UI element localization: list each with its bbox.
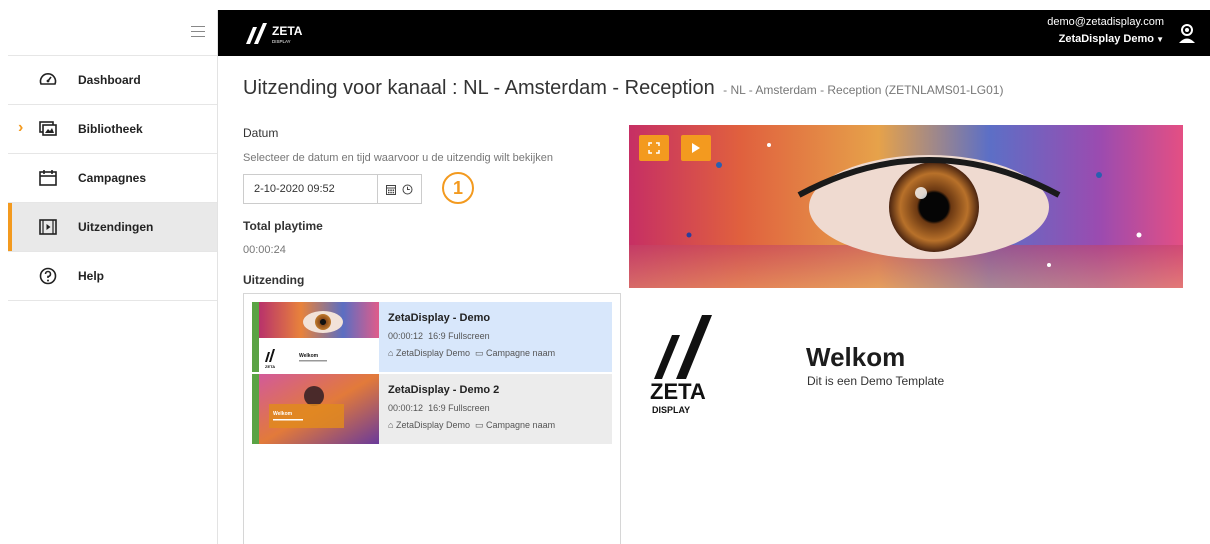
sidebar-item-campagnes[interactable]: Campagnes: [8, 154, 217, 203]
item-campaign: Campagne naam: [486, 420, 556, 430]
item-duration: 00:00:12: [388, 331, 424, 341]
list-item[interactable]: ZETA Welkom ZetaDisplay - Demo 00:00:12 …: [252, 302, 612, 372]
speedometer-icon: [39, 73, 57, 85]
step-number-badge: 1: [442, 172, 474, 204]
zeta-logo-large: ZETA DISPLAY: [650, 315, 712, 415]
item-format: 16:9 Fullscreen: [428, 331, 490, 341]
play-button[interactable]: [681, 135, 711, 161]
zeta-logo[interactable]: ZETA DISPLAY: [244, 20, 324, 46]
play-icon: [692, 143, 700, 153]
zeta-large-text: ZETA: [650, 379, 706, 404]
thumbnail-image: Welkom: [259, 374, 379, 444]
uitzending-label: Uitzending: [243, 273, 305, 287]
item-info: ⌂ ZetaDisplay Demo ▭ Campagne naam: [388, 420, 555, 431]
home-icon: ⌂: [388, 348, 394, 358]
item-meta: 00:00:12 16:9 Fullscreen: [388, 403, 490, 413]
page-subtitle: - NL - Amsterdam - Reception (ZETNLAMS01…: [723, 83, 1004, 97]
calendar-small-icon: ▭: [475, 420, 484, 430]
logo-text: ZETA: [272, 24, 303, 38]
zeta-large-subtext: DISPLAY: [652, 405, 690, 415]
thumbnail-image: ZETA Welkom: [259, 302, 379, 372]
sidebar-item-dashboard[interactable]: Dashboard: [8, 56, 217, 105]
page-title-row: Uitzending voor kanaal : NL - Amsterdam …: [243, 77, 1003, 100]
status-bar: [252, 374, 259, 444]
total-playtime-value: 00:00:24: [243, 244, 286, 256]
item-title: ZetaDisplay - Demo 2: [388, 384, 500, 396]
sidebar-item-label: Campagnes: [78, 171, 147, 185]
svg-text:Welkom: Welkom: [273, 411, 293, 417]
hamburger-menu-icon[interactable]: [191, 26, 205, 38]
library-icon: [39, 121, 57, 136]
item-site: ZetaDisplay Demo: [395, 348, 470, 358]
sidebar-item-bibliotheek[interactable]: › Bibliotheek: [8, 105, 217, 154]
list-item[interactable]: Welkom ZetaDisplay - Demo 2 00:00:12 16:…: [252, 374, 612, 444]
fullscreen-button[interactable]: [639, 135, 669, 161]
item-title: ZetaDisplay - Demo: [388, 312, 491, 324]
logo-subtext: DISPLAY: [272, 39, 291, 44]
uitzending-list: ZETA Welkom ZetaDisplay - Demo 00:00:12 …: [243, 293, 621, 544]
welcome-title: Welkom: [806, 342, 906, 372]
sidebar-item-label: Bibliotheek: [78, 122, 143, 136]
expand-icon: [648, 142, 660, 154]
preview-image: [629, 125, 1183, 288]
item-site: ZetaDisplay Demo: [395, 420, 470, 430]
calendar-grid-icon: [386, 184, 396, 195]
top-header: ZETA DISPLAY demo@zetadisplay.com ZetaDi…: [218, 10, 1210, 56]
sidebar-item-help[interactable]: Help: [8, 252, 217, 301]
sidebar: Dashboard › Bibliotheek Campagnes Uitzen…: [8, 10, 218, 544]
item-meta: 00:00:12 16:9 Fullscreen: [388, 331, 490, 341]
chevron-right-icon[interactable]: ›: [18, 119, 23, 137]
clock-icon: [402, 184, 413, 194]
item-format: 16:9 Fullscreen: [428, 403, 490, 413]
date-time-input[interactable]: [243, 174, 378, 204]
sidebar-top: [8, 10, 217, 56]
app-root: Dashboard › Bibliotheek Campagnes Uitzen…: [0, 0, 1210, 544]
datum-label: Datum: [243, 126, 279, 140]
item-duration: 00:00:12: [388, 403, 424, 413]
svg-text:Welkom: Welkom: [299, 353, 319, 359]
broadcast-icon: [39, 219, 57, 235]
sidebar-item-label: Help: [78, 269, 105, 283]
total-playtime-label: Total playtime: [243, 219, 323, 233]
datum-help-text: Selecteer de datum en tijd waarvoor u de…: [243, 152, 554, 164]
date-picker-button[interactable]: [378, 174, 422, 204]
sidebar-item-uitzendingen[interactable]: Uitzendingen: [8, 203, 217, 252]
user-support-icon[interactable]: [1176, 22, 1198, 44]
welcome-subtitle: Dit is een Demo Template: [807, 374, 945, 388]
home-icon: ⌂: [388, 420, 394, 430]
sidebar-item-label: Uitzendingen: [78, 220, 154, 234]
calendar-icon: [39, 170, 57, 186]
svg-text:ZETA: ZETA: [265, 364, 275, 369]
help-icon: [39, 267, 57, 285]
org-selector[interactable]: ZetaDisplay Demo: [1059, 33, 1154, 45]
item-info: ⌂ ZetaDisplay Demo ▭ Campagne naam: [388, 348, 555, 359]
sidebar-item-label: Dashboard: [78, 73, 141, 87]
calendar-small-icon: ▭: [475, 348, 484, 358]
zeta-logo-mark-icon: ZETA DISPLAY: [246, 23, 303, 44]
page-title: Uitzending voor kanaal : NL - Amsterdam …: [243, 77, 715, 99]
status-bar: [252, 302, 259, 372]
user-email: demo@zetadisplay.com: [1047, 16, 1164, 28]
item-campaign: Campagne naam: [486, 348, 556, 358]
caret-down-icon[interactable]: ▼: [1156, 35, 1164, 44]
